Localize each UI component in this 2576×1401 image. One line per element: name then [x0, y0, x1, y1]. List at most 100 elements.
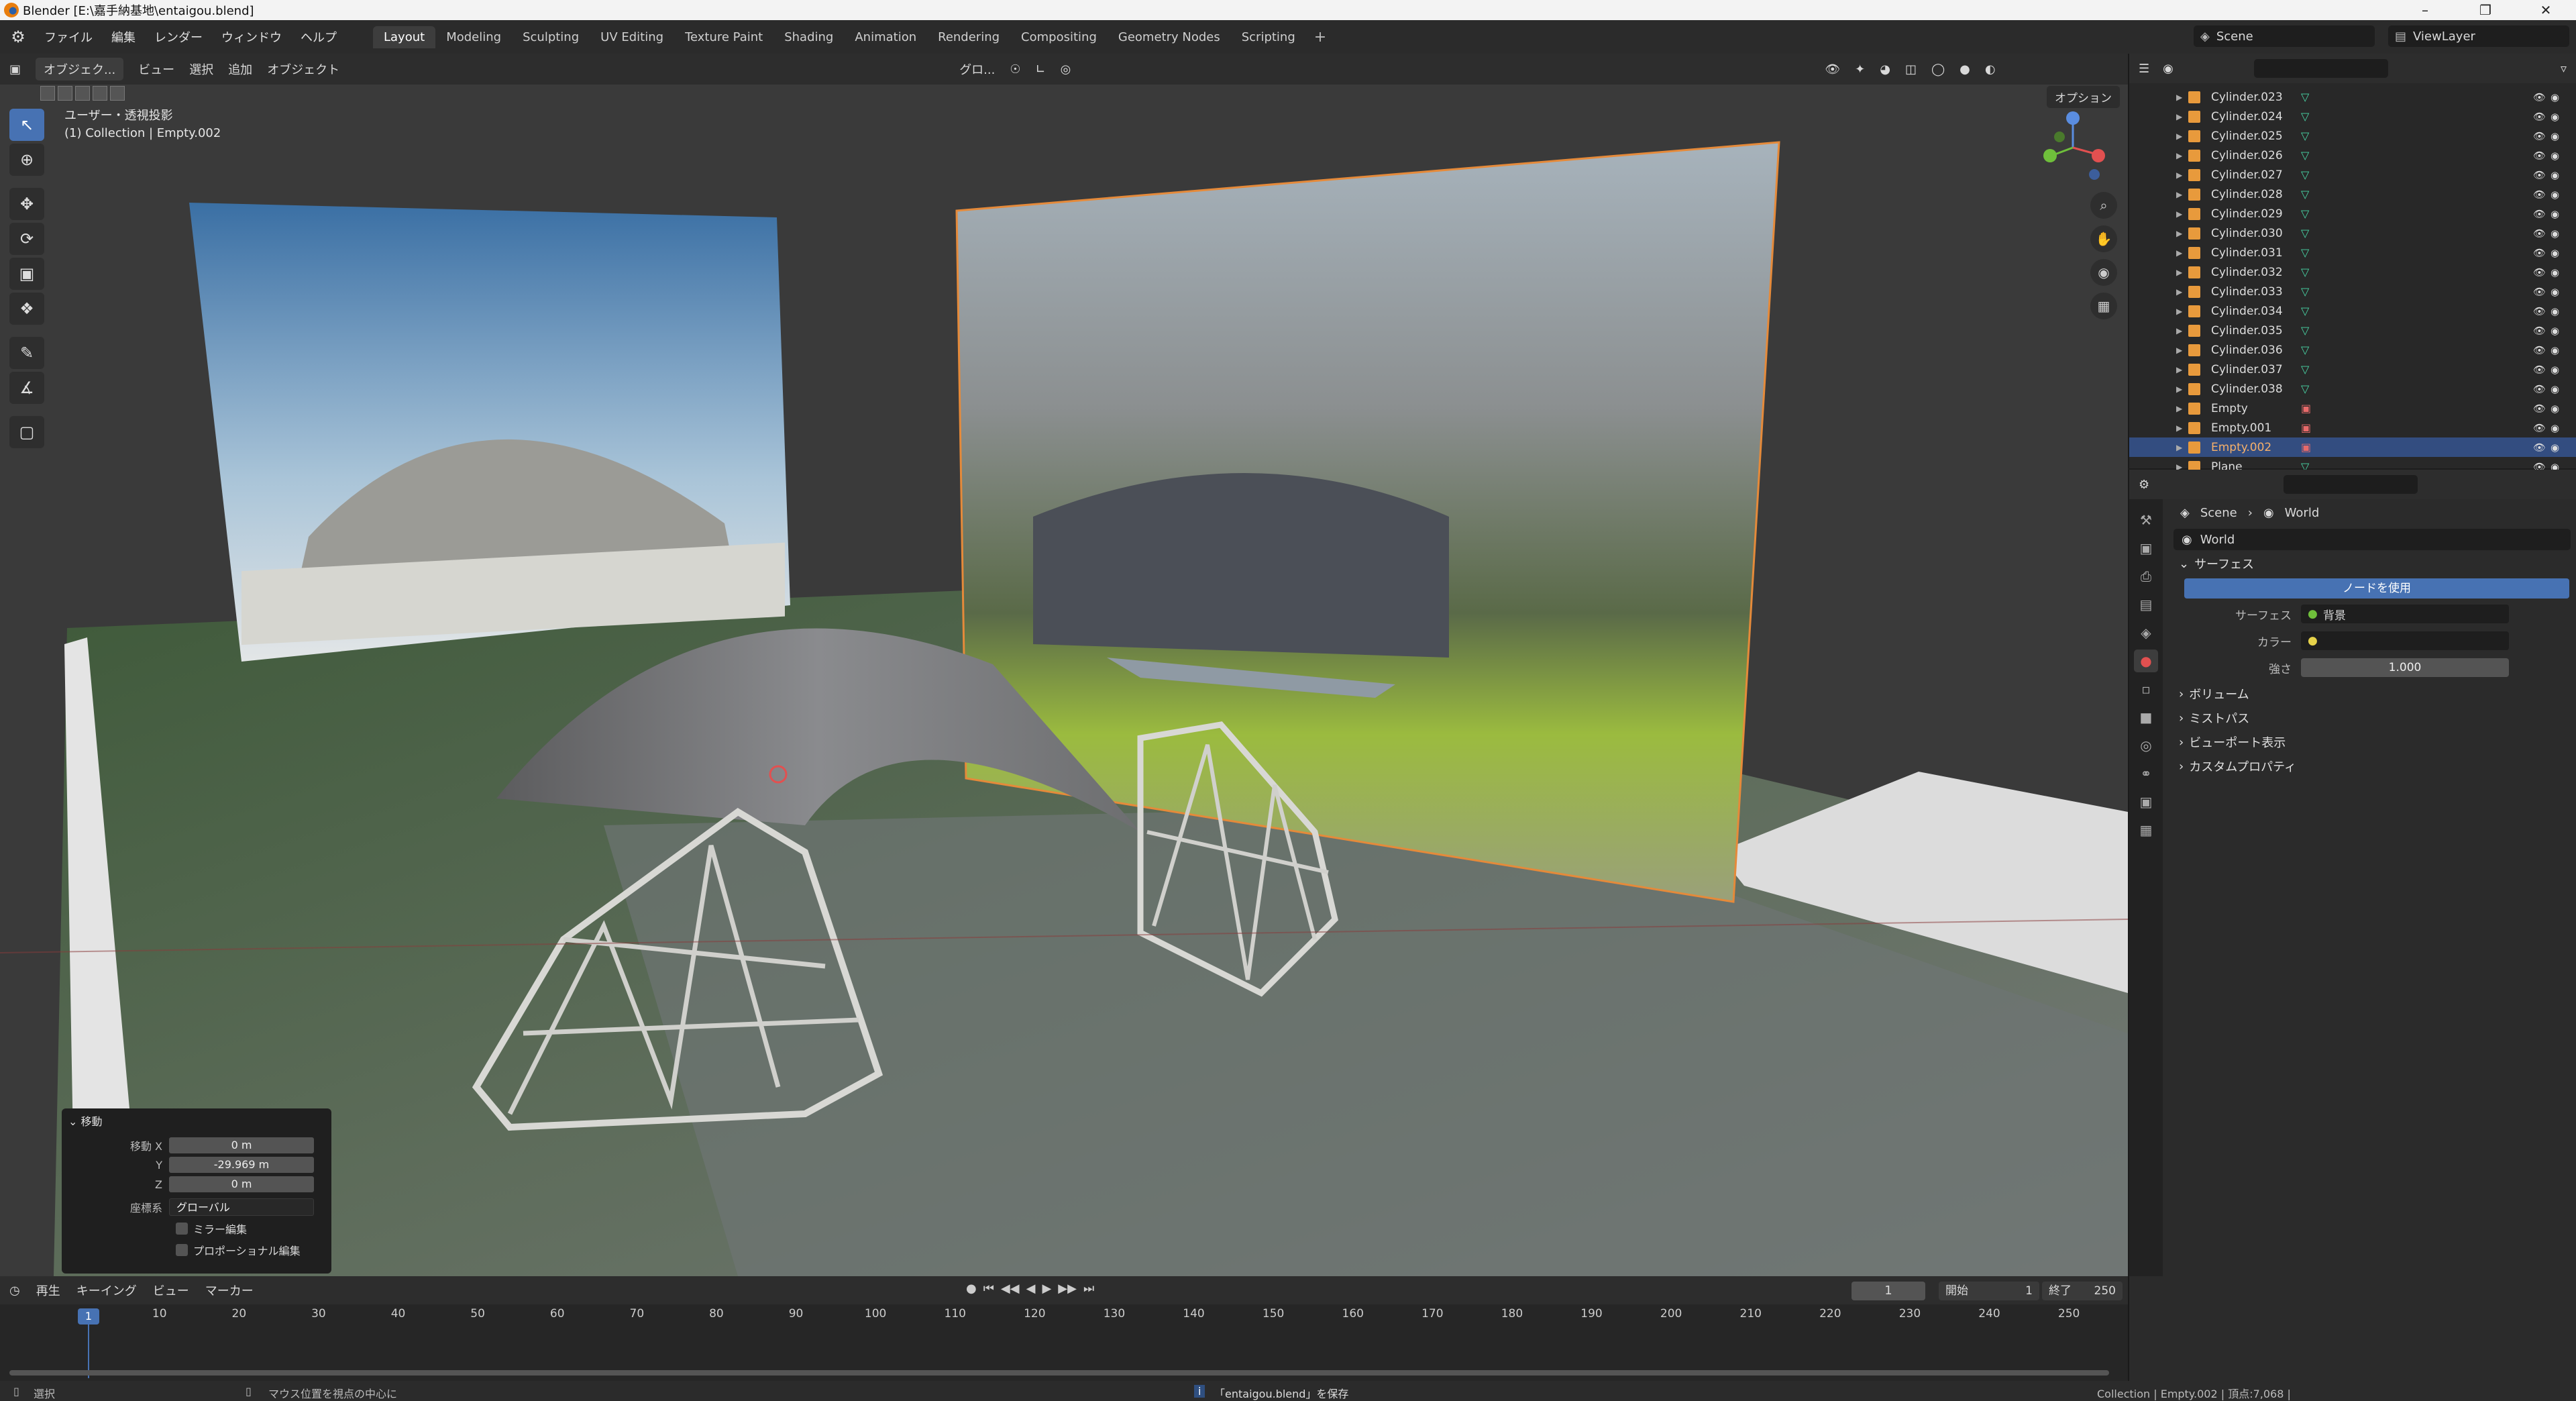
expand-arrow-icon[interactable]: ▶	[2176, 365, 2182, 374]
shading-solid-icon[interactable]: ●	[1960, 62, 1970, 76]
overlay-icon[interactable]: ◕	[1880, 62, 1890, 76]
outliner-item-name[interactable]: Cylinder.026	[2211, 149, 2283, 162]
scene-selector[interactable]: ◈ Scene	[2194, 25, 2375, 47]
outliner-item-name[interactable]: Cylinder.024	[2211, 110, 2283, 123]
render-tab-icon[interactable]: ▣	[2134, 537, 2158, 560]
menu-help[interactable]: ヘルプ	[291, 28, 346, 46]
surface-panel-header[interactable]: ⌄ サーフェス	[2172, 553, 2572, 574]
mirror-checkbox[interactable]	[176, 1223, 188, 1235]
outliner-editor-icon[interactable]: ☰	[2139, 62, 2149, 76]
start-frame-field[interactable]: 開始 1	[1939, 1282, 2039, 1300]
expand-arrow-icon[interactable]: ▶	[2176, 307, 2182, 316]
expand-arrow-icon[interactable]: ▶	[2176, 93, 2182, 102]
tab-geometry-nodes[interactable]: Geometry Nodes	[1108, 26, 1231, 48]
render-visibility-icon[interactable]: ◉	[2551, 364, 2559, 376]
outliner-row[interactable]: ▶ Cylinder.028 ▽ 👁 ◉	[2129, 185, 2576, 204]
render-visibility-icon[interactable]: ◉	[2551, 286, 2559, 298]
minimize-icon[interactable]: –	[2395, 0, 2455, 20]
expand-arrow-icon[interactable]: ▶	[2176, 326, 2182, 335]
orientation-dropdown[interactable]: グローバル	[169, 1198, 314, 1216]
rotate-tool-icon[interactable]: ⟳	[9, 223, 44, 255]
constraints-tab-icon[interactable]: ⚭	[2134, 762, 2158, 785]
last-operator-panel[interactable]: ⌄ 移動 移動 X 0 m Y -29.969 m Z 0 m 座標系 グローバ…	[62, 1108, 331, 1274]
expand-arrow-icon[interactable]: ▶	[2176, 132, 2182, 141]
outliner-item-name[interactable]: Cylinder.028	[2211, 188, 2283, 201]
playback-menu[interactable]: 再生	[36, 1282, 60, 1299]
visibility-eye-icon[interactable]: 👁	[2533, 150, 2546, 162]
outliner-row[interactable]: ▶ Empty.002 ▣ 👁 ◉	[2129, 437, 2576, 457]
measure-tool-icon[interactable]: ∡	[9, 372, 44, 404]
visibility-eye-icon[interactable]: 👁	[2533, 305, 2546, 317]
select-mode-invert-icon[interactable]	[93, 86, 107, 101]
outliner-row[interactable]: ▶ Cylinder.031 ▽ 👁 ◉	[2129, 243, 2576, 262]
expand-arrow-icon[interactable]: ▶	[2176, 170, 2182, 180]
transform-orientation-dropdown[interactable]: グロ...	[959, 60, 995, 78]
render-visibility-icon[interactable]: ◉	[2551, 150, 2559, 162]
viewport-display-panel-header[interactable]: › ビューポート表示	[2172, 731, 2572, 753]
scene-tab-icon[interactable]: ◈	[2134, 621, 2158, 644]
render-visibility-icon[interactable]: ◉	[2551, 130, 2559, 142]
expand-arrow-icon[interactable]: ▶	[2176, 423, 2182, 433]
visibility-eye-icon[interactable]: 👁	[2533, 130, 2546, 142]
render-visibility-icon[interactable]: ◉	[2551, 442, 2559, 454]
pan-hand-icon[interactable]: ✋	[2090, 225, 2117, 252]
view-layer-selector[interactable]: ▤ ViewLayer	[2388, 25, 2569, 47]
prev-keyframe-icon[interactable]: ◀◀	[1001, 1282, 1020, 1296]
physics-tab-icon[interactable]: ◎	[2134, 734, 2158, 757]
move-z-field[interactable]: 0 m	[169, 1176, 314, 1192]
select-box-tool-icon[interactable]: ↖	[9, 109, 44, 141]
properties-search-input[interactable]	[2284, 475, 2418, 494]
render-visibility-icon[interactable]: ◉	[2551, 189, 2559, 201]
render-visibility-icon[interactable]: ◉	[2551, 344, 2559, 356]
visibility-eye-icon[interactable]: 👁	[2533, 325, 2546, 337]
zoom-icon[interactable]: ⌕	[2090, 192, 2117, 219]
expand-arrow-icon[interactable]: ▶	[2176, 384, 2182, 394]
outliner-row[interactable]: ▶ Cylinder.024 ▽ 👁 ◉	[2129, 107, 2576, 126]
outliner-item-name[interactable]: Empty	[2211, 402, 2248, 415]
keying-menu[interactable]: キーイング	[76, 1282, 137, 1299]
render-visibility-icon[interactable]: ◉	[2551, 383, 2559, 395]
tab-layout[interactable]: Layout	[373, 25, 436, 48]
tab-shading[interactable]: Shading	[773, 26, 844, 48]
render-visibility-icon[interactable]: ◉	[2551, 247, 2559, 259]
end-frame-field[interactable]: 終了 250	[2042, 1282, 2123, 1300]
tab-sculpting[interactable]: Sculpting	[512, 26, 590, 48]
expand-arrow-icon[interactable]: ▶	[2176, 248, 2182, 258]
outliner-item-name[interactable]: Cylinder.035	[2211, 324, 2283, 338]
timeline-scrollbar[interactable]	[9, 1370, 2109, 1376]
maximize-icon[interactable]: ❐	[2455, 0, 2516, 20]
filter-icon[interactable]: ▿	[2561, 62, 2567, 76]
data-tab-icon[interactable]: ▣	[2134, 790, 2158, 813]
expand-arrow-icon[interactable]: ▶	[2176, 443, 2182, 452]
visibility-eye-icon[interactable]: 👁	[2533, 227, 2546, 240]
color-swatch[interactable]: ●	[2301, 631, 2509, 650]
blender-menu-icon[interactable]: ⚙	[8, 27, 28, 47]
menu-render[interactable]: レンダー	[145, 28, 212, 46]
move-y-field[interactable]: -29.969 m	[169, 1157, 314, 1173]
visibility-eye-icon[interactable]: 👁	[2533, 364, 2546, 376]
expand-arrow-icon[interactable]: ▶	[2176, 287, 2182, 297]
outliner-item-name[interactable]: Empty.002	[2211, 441, 2271, 454]
tool-tab-icon[interactable]: ⚒	[2134, 509, 2158, 531]
tab-modeling[interactable]: Modeling	[435, 26, 512, 48]
cursor-tool-icon[interactable]: ⊕	[9, 144, 44, 176]
current-frame-field[interactable]: 1	[1851, 1282, 1925, 1300]
outliner-item-name[interactable]: Cylinder.027	[2211, 168, 2283, 182]
shading-material-icon[interactable]: ◐	[1985, 62, 1996, 76]
outliner-item-name[interactable]: Cylinder.036	[2211, 344, 2283, 357]
visibility-eye-icon[interactable]: 👁	[2533, 344, 2546, 356]
camera-view-icon[interactable]: ◉	[2090, 259, 2117, 286]
properties-editor[interactable]: ⚙ ⚒ ▣ ⎙ ▤ ◈ ● ▫ ■ ◎ ⚭ ▣ ▦ ◈ Scene › ◉ Wo…	[2128, 470, 2576, 1276]
select-menu[interactable]: 選択	[189, 60, 213, 78]
use-nodes-button[interactable]: ノードを使用	[2184, 578, 2569, 599]
gizmo-icon[interactable]: ✦	[1855, 62, 1865, 76]
view-layer-tab-icon[interactable]: ▤	[2134, 593, 2158, 616]
annotate-tool-icon[interactable]: ✎	[9, 337, 44, 369]
outliner-row[interactable]: ▶ Empty ▣ 👁 ◉	[2129, 399, 2576, 418]
view-menu[interactable]: ビュー	[138, 60, 174, 78]
record-icon[interactable]: ●	[966, 1282, 977, 1296]
visibility-eye-icon[interactable]: 👁	[2533, 266, 2546, 278]
outliner-row[interactable]: ▶ Cylinder.037 ▽ 👁 ◉	[2129, 360, 2576, 379]
outliner-row[interactable]: ▶ Cylinder.038 ▽ 👁 ◉	[2129, 379, 2576, 399]
tab-compositing[interactable]: Compositing	[1010, 26, 1108, 48]
